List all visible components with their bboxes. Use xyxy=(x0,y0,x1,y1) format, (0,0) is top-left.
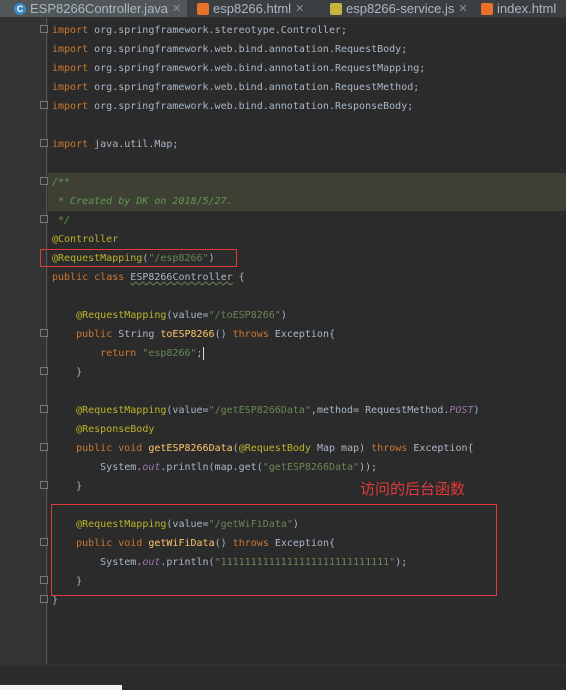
fold-marker-icon[interactable] xyxy=(40,576,48,584)
close-icon[interactable]: ✕ xyxy=(295,2,304,15)
fold-marker-icon[interactable] xyxy=(40,367,48,375)
tab-esp8266-controller[interactable]: C ESP8266Controller.java ✕ xyxy=(0,0,187,17)
code-line: @ResponseBody xyxy=(76,424,155,435)
code-line: System.out.println(map.get("getESP8266Da… xyxy=(52,462,378,473)
wifi-method-highlight-box xyxy=(51,504,497,596)
tab-label: esp8266.html xyxy=(213,1,292,16)
code-line: import org.springframework.web.bind.anno… xyxy=(52,44,408,55)
class-mapping-highlight-box xyxy=(40,249,237,267)
code-line: } xyxy=(52,367,83,378)
close-icon[interactable]: ✕ xyxy=(458,2,467,15)
code-line: */ xyxy=(52,215,71,226)
code-line: @RequestMapping(value="/toESP8266") xyxy=(76,310,287,321)
fold-marker-icon[interactable] xyxy=(40,481,48,489)
tab-label: esp8266-service.js xyxy=(346,1,455,16)
bottom-strip xyxy=(0,685,122,690)
tab-label: ESP8266Controller.java xyxy=(30,1,169,16)
code-line: public String toESP8266() throws Excepti… xyxy=(76,329,335,340)
fold-marker-icon[interactable] xyxy=(40,101,48,109)
fold-marker-icon[interactable] xyxy=(40,329,48,337)
tab-esp8266-service-js[interactable]: esp8266-service.js ✕ xyxy=(330,0,472,17)
fold-marker-icon[interactable] xyxy=(40,443,48,451)
fold-marker-icon[interactable] xyxy=(40,177,48,185)
java-class-icon: C xyxy=(14,2,26,15)
fold-marker-icon[interactable] xyxy=(40,595,48,603)
code-line: @RequestMapping(value="/getESP8266Data",… xyxy=(76,405,480,416)
code-line: import java.util.Map; xyxy=(52,139,179,150)
tab-esp8266-html[interactable]: esp8266.html ✕ xyxy=(197,0,325,17)
code-line: import org.springframework.web.bind.anno… xyxy=(52,82,420,93)
js-file-icon xyxy=(330,2,342,15)
fold-marker-icon[interactable] xyxy=(40,405,48,413)
code-line: return "esp8266"; xyxy=(100,346,204,360)
text-caret xyxy=(202,346,204,360)
code-line: import org.springframework.web.bind.anno… xyxy=(52,101,414,112)
html-file-icon xyxy=(197,2,209,15)
code-line: /** xyxy=(52,177,71,188)
fold-marker-icon[interactable] xyxy=(40,215,48,223)
code-line: public void getESP8266Data(@RequestBody … xyxy=(76,443,474,454)
html-file-icon xyxy=(481,2,493,15)
close-icon[interactable]: ✕ xyxy=(172,2,181,15)
fold-marker-icon[interactable] xyxy=(40,538,48,546)
editor-gutter xyxy=(0,18,48,664)
fold-marker-icon[interactable] xyxy=(40,25,48,33)
tab-label: index.html xyxy=(497,1,557,16)
annotation-note: 访问的后台函数 xyxy=(360,480,466,498)
code-line: * Created by DK on 2018/5/27. xyxy=(52,196,233,207)
code-line: import org.springframework.stereotype.Co… xyxy=(52,25,348,36)
gutter-divider xyxy=(46,18,47,664)
code-line: import org.springframework.web.bind.anno… xyxy=(52,63,426,74)
code-line: @Controller xyxy=(52,234,119,245)
fold-marker-icon[interactable] xyxy=(40,139,48,147)
bottom-area xyxy=(0,664,566,690)
editor-tab-bar: C ESP8266Controller.java ✕ esp8266.html … xyxy=(0,0,566,18)
tab-index-html[interactable]: index.html xyxy=(481,0,566,17)
code-line: public class ESP8266Controller { xyxy=(52,272,245,283)
